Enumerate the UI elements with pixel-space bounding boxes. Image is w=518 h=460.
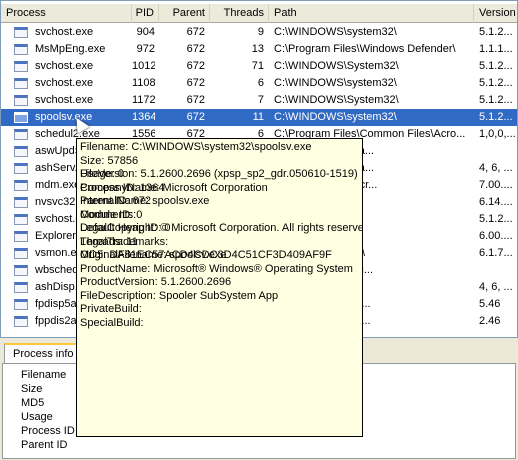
column-header: Process PID Parent Threads Path Version: [1, 4, 517, 23]
label-process-id: Process ID: [21, 425, 75, 437]
cell-version: [479, 262, 517, 279]
cell-path: C:\WINDOWS\system32\: [274, 77, 397, 89]
tooltip-line: CompanyName: Microsoft Corporation: [80, 181, 268, 194]
cell-parent: 672: [186, 26, 205, 38]
cell-parent: 672: [186, 94, 205, 106]
process-icon: [14, 316, 28, 327]
cell-version: 6.00....: [479, 230, 513, 242]
col-threads[interactable]: Threads: [210, 4, 269, 23]
tooltip-line: SpecialBuild:: [80, 316, 144, 329]
cell-version: 5.1.2...: [479, 77, 513, 89]
tooltip-line: ProductVersion: 5.1.2600.2696: [80, 276, 232, 288]
process-icon: [14, 180, 28, 191]
process-icon: [14, 129, 28, 140]
cell-version: 6.14....: [479, 196, 513, 208]
tooltip-line: Comments:: [80, 208, 137, 221]
label-size: Size: [21, 383, 43, 395]
cell-name: svchost.exe: [35, 26, 94, 38]
tooltip-line: FileDescription: Spooler SubSystem App: [80, 289, 279, 302]
process-icon: [14, 112, 28, 123]
process-icon: [14, 146, 28, 157]
col-pid[interactable]: PID: [132, 4, 159, 23]
cell-threads: 6: [257, 77, 264, 89]
cell-version: 5.1.2...: [479, 111, 513, 123]
process-row[interactable]: svchost.exe 1012 672 71 C:\WINDOWS\System32\…: [1, 58, 517, 75]
cell-path: C:\WINDOWS\System32\: [274, 60, 399, 72]
process-row[interactable]: MsMpEng.exe 972 672 13 C:\Program Files\Wind…: [1, 41, 517, 58]
label-filename: Filename: [21, 369, 67, 381]
process-icon: [14, 163, 28, 174]
cell-path: C:\WINDOWS\System32\: [274, 94, 399, 106]
cell-name: svchost.exe: [35, 60, 94, 72]
cell-pid: 1012: [132, 60, 155, 72]
cell-version: 4, 6, ...: [479, 281, 513, 293]
process-row[interactable]: svchost.exe 1108 672 6 C:\WINDOWS\system32\ 5…: [1, 75, 517, 92]
label-parent-id: Parent ID: [21, 439, 68, 451]
process-icon: [14, 95, 28, 106]
cell-version: 2.46: [479, 315, 501, 327]
tooltip-line: LegalCopyright: © Microsoft Corporation.…: [80, 222, 363, 234]
col-parent[interactable]: Parent: [159, 4, 210, 23]
cell-version: [479, 143, 517, 160]
cell-pid: 904: [136, 26, 155, 38]
cell-parent: 672: [186, 60, 205, 72]
col-process[interactable]: Process: [1, 4, 132, 23]
label-usage: Usage: [21, 411, 53, 423]
cell-parent: 672: [186, 43, 205, 55]
tooltip-line: PrivateBuild:: [80, 303, 142, 315]
tooltip-line: InternalName: spoolsv.exe: [80, 195, 210, 207]
cell-threads: 7: [257, 94, 264, 106]
cell-version: 5.1.2...: [479, 94, 513, 106]
cell-threads: 9: [257, 26, 264, 38]
cell-version: 7.00....: [479, 179, 513, 191]
process-icon: [14, 231, 28, 242]
process-row[interactable]: svchost.exe 1172 672 7 C:\WINDOWS\System32\ 5…: [1, 92, 517, 109]
cell-path: C:\WINDOWS\system32\: [274, 26, 397, 38]
cell-pid: 1172: [132, 94, 155, 106]
tooltip-line: ProductName: Microsoft® Windows® Operati…: [80, 262, 353, 275]
process-icon: [14, 299, 28, 310]
cell-threads: 13: [251, 43, 264, 55]
process-icon: [14, 265, 28, 276]
process-icon: [14, 27, 28, 38]
cell-parent: 672: [186, 77, 205, 89]
cell-version: 1,0,0,...: [479, 128, 516, 140]
tooltip-line: Filename: C:\WINDOWS\system32\spoolsv.ex…: [80, 141, 312, 153]
cell-version: 1.1.1...: [479, 43, 513, 55]
cell-pid: 972: [136, 43, 155, 55]
process-icon: [14, 282, 28, 293]
cell-threads: 11: [252, 111, 264, 123]
process-tooltip: Filename: C:\WINDOWS\system32\spoolsv.ex…: [76, 138, 363, 437]
cell-version: 6.1.7...: [479, 247, 513, 259]
cell-parent: 672: [186, 111, 205, 123]
process-icon: [14, 248, 28, 259]
tooltip-line: FileVersion: 5.1.2600.2696 (xpsp_sp2_gdr…: [80, 168, 358, 180]
cell-threads: 71: [251, 60, 264, 72]
cell-version: 5.1.2...: [479, 213, 513, 225]
process-icon: [14, 78, 28, 89]
cell-path: C:\WINDOWS\system32\: [274, 111, 397, 123]
tooltip-line: LegalTrademarks:: [80, 235, 169, 248]
cell-version: 4, 6, ...: [479, 162, 513, 174]
cell-version: 5.46: [479, 298, 501, 310]
process-row[interactable]: svchost.exe 904 672 9 C:\WINDOWS\system32\ 5.…: [1, 24, 517, 41]
label-md5: MD5: [21, 397, 45, 409]
process-icon: [14, 61, 28, 72]
cell-pid: 1364: [132, 111, 155, 123]
cell-path: C:\Program Files\Windows Defender\: [274, 43, 456, 55]
cell-pid: 1108: [132, 77, 155, 89]
cell-name: svchost.exe: [35, 77, 94, 89]
cell-name: MsMpEng.exe: [35, 43, 106, 55]
col-version[interactable]: Version: [474, 4, 517, 23]
process-icon: [14, 197, 28, 208]
process-icon: [14, 44, 28, 55]
col-path[interactable]: Path: [269, 4, 474, 23]
tab-process-info[interactable]: Process info: [4, 343, 83, 363]
cell-version: 5.1.2...: [479, 60, 513, 72]
cell-name: svchost.exe: [35, 94, 94, 106]
process-icon: [14, 214, 28, 225]
cell-version: 5.1.2...: [479, 26, 513, 38]
